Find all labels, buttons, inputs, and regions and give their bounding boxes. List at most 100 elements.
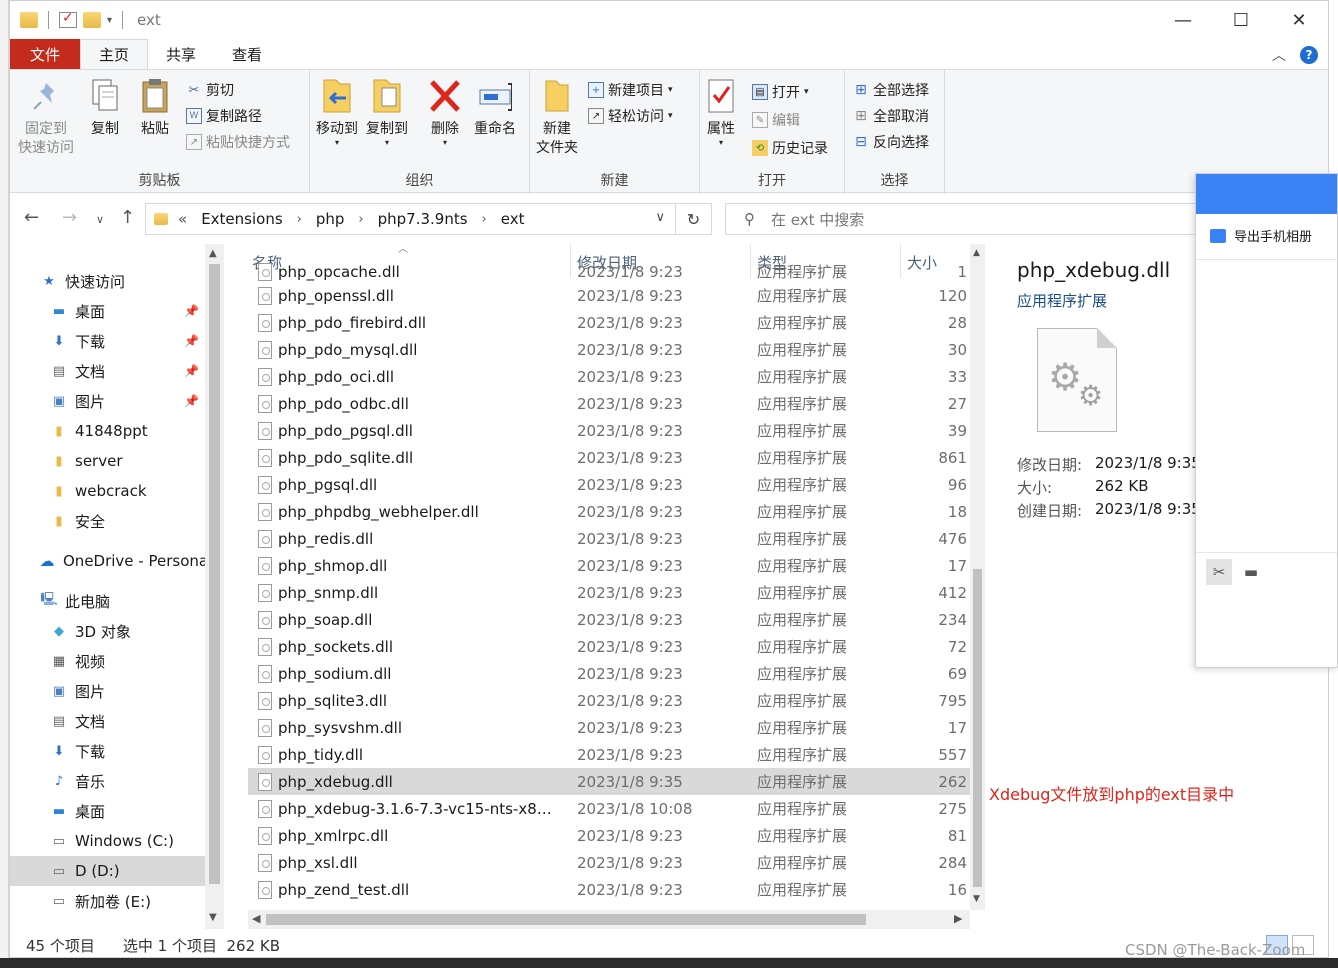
- tab-view[interactable]: 查看: [214, 39, 280, 69]
- nav-pane-scrollbar[interactable]: ▲ ▼: [205, 244, 224, 929]
- table-row[interactable]: php_shmop.dll 2023/1/8 9:23 应用程序扩展 17: [248, 552, 970, 579]
- nav-quick-access-item[interactable]: ▤ 文档 📌: [50, 356, 205, 386]
- table-row[interactable]: php_xsl.dll 2023/1/8 9:23 应用程序扩展 284: [248, 849, 970, 876]
- file-list-scrollbar[interactable]: ▲ ▼: [970, 244, 985, 910]
- scroll-down-icon[interactable]: ▼: [973, 894, 980, 904]
- properties-button[interactable]: 属性 ▾: [704, 76, 738, 147]
- nav-this-pc-item[interactable]: ▤ 文档: [50, 706, 205, 736]
- breadcrumb-separator-icon[interactable]: ›: [297, 212, 302, 227]
- breadcrumb-overflow[interactable]: «: [178, 210, 187, 228]
- delete-button[interactable]: 删除 ▾: [428, 76, 462, 147]
- recent-locations-chevron-icon[interactable]: ∨: [96, 213, 104, 226]
- nav-quick-access[interactable]: ★ 快速访问: [40, 266, 224, 296]
- table-row[interactable]: php_tidy.dll 2023/1/8 9:23 应用程序扩展 557: [248, 741, 970, 768]
- table-row[interactable]: php_xdebug-3.1.6-7.3-vc15-nts-x86_... 202…: [248, 795, 970, 822]
- rename-button[interactable]: 重命名: [474, 76, 516, 139]
- table-row[interactable]: php_pdo_sqlite.dll 2023/1/8 9:23 应用程序扩展 861: [248, 444, 970, 471]
- select-all-button[interactable]: ⊞ 全部选择: [853, 80, 929, 100]
- copy-button[interactable]: 复制: [88, 76, 122, 139]
- breadcrumb-separator-icon[interactable]: ›: [482, 212, 487, 227]
- properties-check-icon[interactable]: [59, 10, 77, 28]
- folder-icon[interactable]: ▬: [1238, 559, 1264, 585]
- table-row[interactable]: php_pdo_oci.dll 2023/1/8 9:23 应用程序扩展 33: [248, 363, 970, 390]
- scroll-up-icon[interactable]: ▲: [973, 248, 980, 258]
- pin-icon[interactable]: 📌: [184, 364, 199, 378]
- nav-quick-access-item[interactable]: ▮ 安全: [50, 506, 205, 536]
- open-button[interactable]: ▤ 打开 ▾: [752, 82, 809, 102]
- nav-this-pc-item[interactable]: ◆ 3D 对象: [50, 616, 205, 646]
- scroll-right-icon[interactable]: ▶: [954, 912, 962, 925]
- breadcrumb-separator-icon[interactable]: ›: [358, 212, 363, 227]
- easy-access-button[interactable]: ↗ 轻松访问 ▾: [588, 106, 673, 126]
- breadcrumb-ext[interactable]: ext: [501, 210, 525, 228]
- close-icon[interactable]: ✕: [1270, 1, 1328, 39]
- history-button[interactable]: ⟲ 历史记录: [752, 138, 828, 158]
- scissors-icon[interactable]: ✂: [1206, 559, 1232, 585]
- invert-selection-button[interactable]: ⊟ 反向选择: [853, 132, 929, 152]
- table-row[interactable]: php_sockets.dll 2023/1/8 9:23 应用程序扩展 72: [248, 633, 970, 660]
- nav-quick-access-item[interactable]: ▮ server: [50, 446, 205, 476]
- breadcrumb-php7-3-9nts[interactable]: php7.3.9nts: [378, 210, 468, 228]
- select-none-button[interactable]: ⊞ 全部取消: [853, 106, 929, 126]
- edit-button[interactable]: ✎ 编辑: [752, 110, 800, 130]
- nav-quick-access-item[interactable]: ⬇ 下载 📌: [50, 326, 205, 356]
- tab-home[interactable]: 主页: [80, 39, 149, 70]
- table-row[interactable]: php_openssl.dll 2023/1/8 9:23 应用程序扩展 120: [248, 282, 970, 309]
- move-to-button[interactable]: 移动到 ▾: [316, 76, 358, 147]
- scroll-down-icon[interactable]: ▼: [209, 912, 217, 923]
- nav-this-pc-item[interactable]: ▣ 图片: [50, 676, 205, 706]
- folder-icon[interactable]: [20, 12, 38, 28]
- table-row[interactable]: php_pdo_mysql.dll 2023/1/8 9:23 应用程序扩展 30: [248, 336, 970, 363]
- scroll-up-icon[interactable]: ▲: [209, 248, 217, 259]
- forward-arrow-icon[interactable]: →: [62, 207, 77, 228]
- paste-shortcut-button[interactable]: ↗ 粘贴快捷方式: [186, 132, 290, 152]
- nav-this-pc-item[interactable]: ▭ 新加卷 (E:): [50, 886, 205, 916]
- tab-share[interactable]: 共享: [148, 39, 214, 69]
- nav-this-pc-item[interactable]: ▭ Windows (C:): [50, 826, 205, 856]
- table-row[interactable]: php_sqlite3.dll 2023/1/8 9:23 应用程序扩展 795: [248, 687, 970, 714]
- nav-this-pc-item[interactable]: ▬ 桌面: [50, 796, 205, 826]
- address-bar[interactable]: « Extensions › php › php7.3.9nts › ext ∨…: [145, 203, 712, 235]
- copy-to-button[interactable]: 复制到 ▾: [366, 76, 408, 147]
- table-row[interactable]: php_pgsql.dll 2023/1/8 9:23 应用程序扩展 96: [248, 471, 970, 498]
- cut-button[interactable]: ✂ 剪切: [186, 80, 234, 100]
- table-row[interactable]: php_pdo_pgsql.dll 2023/1/8 9:23 应用程序扩展 39: [248, 417, 970, 444]
- table-row[interactable]: php_snmp.dll 2023/1/8 9:23 应用程序扩展 412: [248, 579, 970, 606]
- new-folder-button[interactable]: 新建 文件夹: [536, 76, 578, 158]
- table-row[interactable]: php_opcache.dll 2023/1/8 9:23 应用程序扩展 1: [248, 258, 970, 285]
- collapse-ribbon-chevron-icon[interactable]: ︿: [1272, 45, 1286, 65]
- table-row[interactable]: php_sodium.dll 2023/1/8 9:23 应用程序扩展 69: [248, 660, 970, 687]
- scroll-left-icon[interactable]: ◀: [252, 912, 260, 925]
- up-arrow-icon[interactable]: ↑: [120, 207, 135, 228]
- nav-quick-access-item[interactable]: ▬ 桌面 📌: [50, 296, 205, 326]
- refresh-icon[interactable]: ↻: [675, 204, 711, 234]
- breadcrumb-php[interactable]: php: [316, 210, 345, 228]
- customize-toolbar-chevron-icon[interactable]: ▾: [107, 15, 112, 26]
- nav-this-pc-item[interactable]: ⬇ 下载: [50, 736, 205, 766]
- table-row[interactable]: php_sysvshm.dll 2023/1/8 9:23 应用程序扩展 17: [248, 714, 970, 741]
- table-row[interactable]: php_soap.dll 2023/1/8 9:23 应用程序扩展 234: [248, 606, 970, 633]
- nav-quick-access-item[interactable]: ▮ 41848ppt: [50, 416, 205, 446]
- pin-to-quick-access-button[interactable]: 固定到 快速访问: [18, 76, 74, 158]
- nav-quick-access-item[interactable]: ▮ webcrack: [50, 476, 205, 506]
- pin-icon[interactable]: 📌: [184, 304, 199, 318]
- table-row[interactable]: php_zend_test.dll 2023/1/8 9:23 应用程序扩展 16: [248, 876, 970, 903]
- search-box[interactable]: ⚲ 在 ext 中搜索: [725, 203, 1205, 235]
- nav-this-pc-item[interactable]: ▭ D (D:): [10, 856, 205, 886]
- export-phone-album-button[interactable]: 导出手机相册: [1210, 226, 1312, 245]
- new-folder-icon[interactable]: [83, 12, 101, 28]
- help-icon[interactable]: ?: [1300, 46, 1318, 64]
- table-row[interactable]: php_pdo_firebird.dll 2023/1/8 9:23 应用程序扩展 2…: [248, 309, 970, 336]
- nav-this-pc[interactable]: 🖳 此电脑: [40, 586, 224, 616]
- tab-file[interactable]: 文件: [10, 39, 80, 69]
- file-list-horizontal-scrollbar[interactable]: ◀ ▶: [248, 910, 970, 929]
- new-item-button[interactable]: + 新建项目 ▾: [588, 80, 673, 100]
- scrollbar-thumb[interactable]: [209, 264, 220, 884]
- breadcrumb-extensions[interactable]: Extensions: [201, 210, 282, 228]
- table-row[interactable]: php_phpdbg_webhelper.dll 2023/1/8 9:23 应用程…: [248, 498, 970, 525]
- copy-path-button[interactable]: W 复制路径: [186, 106, 262, 126]
- paste-button[interactable]: 粘贴: [138, 76, 172, 139]
- table-row[interactable]: php_xdebug.dll 2023/1/8 9:35 应用程序扩展 262: [248, 768, 970, 795]
- scrollbar-thumb[interactable]: [266, 914, 866, 925]
- scrollbar-thumb[interactable]: [973, 569, 982, 887]
